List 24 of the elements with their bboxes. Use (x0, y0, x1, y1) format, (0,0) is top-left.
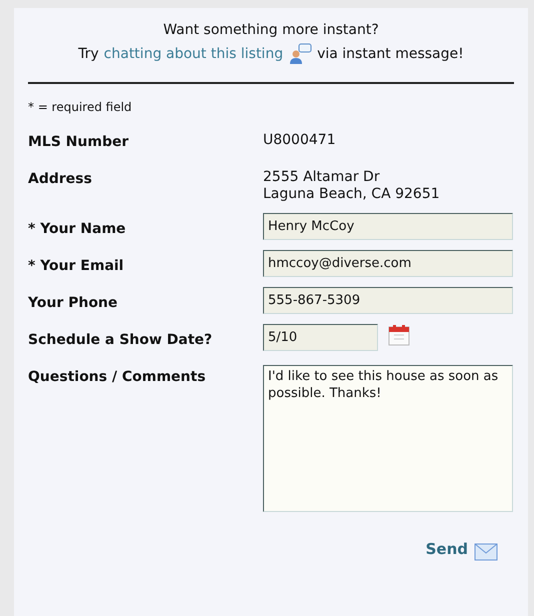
field-label: Your Phone (28, 294, 119, 313)
envelope-icon (474, 542, 498, 560)
calendar-icon[interactable] (388, 324, 410, 346)
send-button[interactable]: Send (426, 538, 468, 560)
chat-link[interactable]: chatting about this listing (104, 44, 284, 65)
required-note: * = required field (28, 99, 133, 116)
comments-field[interactable]: I'd like to see this house as soon as possible. Thanks! (263, 365, 513, 512)
field-value: 2555 Altamar Dr (263, 169, 381, 186)
field-label: Questions / Comments (28, 368, 207, 387)
field-label: Address (28, 170, 93, 189)
intro-text-end: via instant message! (317, 45, 464, 64)
date-field[interactable]: 5/10 (263, 324, 378, 351)
field-value: Laguna Beach, CA 92651 (263, 186, 440, 203)
field-label: * Your Email (28, 257, 125, 276)
intro-text: Try (78, 45, 99, 64)
chat-person-icon (288, 43, 312, 65)
field-label: * Your Name (28, 220, 127, 239)
field-label: Schedule a Show Date? (28, 331, 214, 350)
input-field[interactable]: hmccoy@diverse.com (263, 250, 513, 277)
input-field[interactable]: Henry McCoy (263, 213, 513, 240)
field-label: MLS Number (28, 133, 130, 152)
input-field[interactable]: 555-867-5309 (263, 287, 513, 314)
intro-heading: Want something more instant? (163, 21, 379, 40)
field-value: U8000471 (263, 132, 336, 149)
